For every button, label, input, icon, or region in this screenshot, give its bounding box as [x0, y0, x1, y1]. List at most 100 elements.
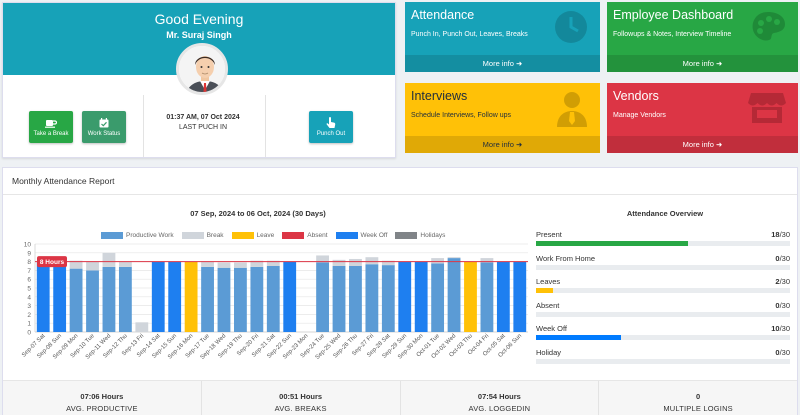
progress-track: [536, 311, 790, 317]
tile-subtitle: Followups & Notes, Interview Timeline: [613, 31, 732, 38]
tile-title: Vendors: [613, 89, 659, 103]
stat-label: AVG. PRODUCTIVE: [66, 404, 138, 413]
bar-segment: [151, 261, 165, 332]
stat-item: 07:54 Hours AVG. LOGGEDIN: [401, 381, 600, 415]
punch-out-button[interactable]: Punch Out: [309, 111, 353, 143]
arrow-circle-right-icon: ➜: [716, 59, 723, 68]
overview-label: Work From Home: [536, 253, 596, 263]
overview-item: Present 18/30: [536, 230, 790, 250]
y-tick-label: 1: [27, 321, 31, 328]
y-tick-label: 2: [27, 312, 31, 319]
take-break-button[interactable]: Take a Break: [29, 111, 73, 143]
bar-segment: [234, 267, 247, 332]
bar-segment: [36, 261, 50, 332]
vendors-tile[interactable]: Vendors Manage Vendors More info ➜: [607, 83, 798, 153]
stat-item: 07:06 Hours AVG. PRODUCTIVE: [3, 381, 202, 415]
progress-fill: [536, 335, 621, 340]
punch-label: LAST PUCH IN: [178, 124, 228, 131]
punch-time: 01:37 AM, 07 Oct 2024: [166, 114, 240, 121]
more-info-link[interactable]: More info ➜: [405, 136, 600, 153]
hand-pointer-icon: [326, 117, 336, 128]
last-punch-info: 01:37 AM, 07 Oct 2024 LAST PUCH IN: [153, 113, 253, 133]
bar-segment: [480, 262, 494, 332]
bar-segment: [168, 261, 182, 332]
interviews-tile[interactable]: Interviews Schedule Interviews, Follow u…: [405, 83, 600, 153]
bar-segment: [53, 261, 67, 332]
greeting: Good Evening: [154, 11, 244, 27]
bar-segment: [332, 259, 346, 266]
stat-item: 0 MULTIPLE LOGINS: [599, 381, 797, 415]
bar-segment: [102, 252, 116, 267]
bar-segment: [513, 261, 527, 332]
y-tick-label: 4: [27, 294, 31, 301]
bar-segment: [217, 262, 231, 268]
work-status-label: Work Status: [87, 130, 121, 137]
more-info-link[interactable]: More info ➜: [607, 136, 798, 153]
bar-segment: [135, 322, 149, 332]
divider: [265, 95, 266, 157]
y-tick-label: 0: [27, 330, 31, 337]
attendance-tile[interactable]: Attendance Punch In, Punch Out, Leaves, …: [405, 2, 600, 72]
bar-segment: [381, 265, 395, 332]
avatar[interactable]: [176, 43, 228, 95]
bar-segment: [349, 266, 362, 332]
employee-dashboard-tile[interactable]: Employee Dashboard Followups & Notes, In…: [607, 2, 798, 72]
bar-segment: [447, 258, 461, 332]
bar-segment: [316, 262, 329, 332]
overview-value: 18/30: [771, 230, 790, 239]
arrow-circle-right-icon: ➜: [516, 59, 523, 68]
y-tick-label: 8: [27, 259, 31, 266]
overview-item: Work From Home 0/30: [536, 254, 790, 274]
overview-label: Leaves: [536, 277, 561, 286]
bar-segment: [349, 258, 362, 266]
y-tick-label: 7: [27, 268, 31, 275]
bar-segment: [86, 261, 99, 271]
more-info-link[interactable]: More info ➜: [405, 55, 600, 72]
bar-segment: [201, 266, 214, 332]
user-name: Mr. Suraj Singh: [166, 30, 232, 40]
overview-label: Week Off: [536, 324, 567, 333]
bar-segment: [234, 262, 247, 268]
bar-segment: [431, 263, 445, 332]
bar-segment: [86, 270, 99, 332]
arrow-circle-right-icon: ➜: [516, 140, 523, 149]
bar-segment: [118, 266, 132, 332]
threshold-label: 8 Hours: [40, 259, 65, 266]
stats-bar: 07:06 Hours AVG. PRODUCTIVE 00:51 Hours AVG…: [3, 380, 797, 415]
palette-icon: [752, 12, 785, 41]
stat-label: MULTIPLE LOGINS: [663, 404, 733, 413]
bar-segment: [365, 264, 379, 332]
overview-label: Absent: [536, 300, 560, 310]
overview-item: Absent 0/30: [536, 301, 790, 321]
bar-segment: [102, 266, 116, 332]
work-status-button[interactable]: Work Status: [82, 111, 126, 143]
overview-item: Holiday 0/30: [536, 348, 790, 368]
stat-value: 00:51 Hours: [279, 392, 323, 401]
overview-label: Present: [536, 230, 562, 239]
tile-subtitle: Punch In, Punch Out, Leaves, Breaks: [411, 31, 528, 38]
coffee-icon: [45, 119, 57, 128]
overview-item: Week Off 10/30: [536, 324, 790, 344]
overview-value: 0/30: [775, 347, 790, 357]
progress-track: [536, 358, 790, 364]
stat-value: 07:06 Hours: [80, 392, 124, 401]
bar-segment: [69, 268, 83, 332]
stat-label: AVG. BREAKS: [274, 404, 327, 413]
take-break-label: Take a Break: [33, 130, 69, 137]
welcome-card: Good Evening Mr. Suraj Singh Take a Brea…: [2, 2, 396, 158]
bar-segment: [201, 261, 214, 267]
more-info-link[interactable]: More info ➜: [607, 55, 798, 72]
progress-track: [536, 241, 790, 246]
stat-value: 0: [696, 392, 701, 401]
calendar-check-icon: [99, 117, 109, 127]
arrow-circle-right-icon: ➜: [716, 140, 723, 149]
overview-item: Leaves 2/30: [536, 277, 790, 297]
progress-track: [536, 264, 790, 270]
bar-segment: [431, 258, 445, 264]
overview-label: Holiday: [536, 347, 562, 357]
progress-track: [536, 335, 790, 340]
bar-segment: [414, 261, 428, 332]
attendance-chart: 012345678910Sep-07 SatSep-08 SunSep-09 M…: [21, 242, 528, 361]
bar-segment: [496, 261, 510, 332]
stat-item: 00:51 Hours AVG. BREAKS: [202, 381, 401, 415]
